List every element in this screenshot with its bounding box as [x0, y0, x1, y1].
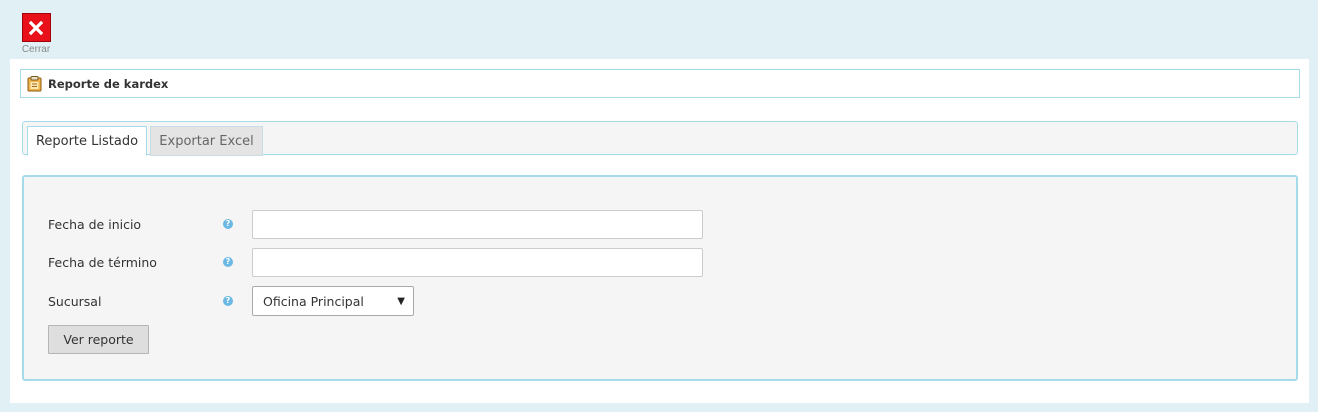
sucursal-select[interactable]: Oficina Principal ▼: [252, 286, 414, 316]
main-panel: Reporte de kardex Reporte Listado Export…: [10, 59, 1309, 403]
ver-reporte-button[interactable]: Ver reporte: [48, 325, 149, 354]
close-control[interactable]: Cerrar: [19, 13, 53, 55]
field-row-sucursal: Sucursal ? Oficina Principal ▼: [48, 286, 414, 316]
page-title: Reporte de kardex: [48, 76, 169, 91]
help-question-icon[interactable]: ?: [223, 219, 233, 229]
field-row-fecha-termino: Fecha de término ?: [48, 247, 703, 277]
report-clipboard-icon: [27, 75, 42, 91]
close-button[interactable]: [21, 13, 51, 42]
help-question-icon[interactable]: ?: [223, 296, 233, 306]
tab-bar: Reporte Listado Exportar Excel: [22, 121, 1298, 156]
fecha-inicio-label: Fecha de inicio: [48, 216, 142, 232]
field-row-fecha-inicio: Fecha de inicio ?: [48, 209, 703, 239]
close-label: Cerrar: [21, 44, 51, 55]
tab-exportar-excel[interactable]: Exportar Excel: [150, 126, 263, 156]
page-header: Reporte de kardex: [20, 69, 1300, 98]
chevron-down-icon: ▼: [397, 295, 405, 307]
fecha-termino-label: Fecha de término: [48, 254, 157, 270]
close-x-icon: [29, 20, 43, 35]
sucursal-selected-value: Oficina Principal: [263, 293, 364, 309]
fecha-termino-input[interactable]: [252, 247, 703, 277]
sucursal-label: Sucursal: [48, 293, 102, 309]
tab-reporte-listado[interactable]: Reporte Listado: [27, 126, 147, 156]
help-question-icon[interactable]: ?: [223, 257, 233, 267]
fecha-inicio-input[interactable]: [252, 209, 703, 239]
report-form: Fecha de inicio ? Fecha de término ? Suc…: [22, 175, 1298, 381]
